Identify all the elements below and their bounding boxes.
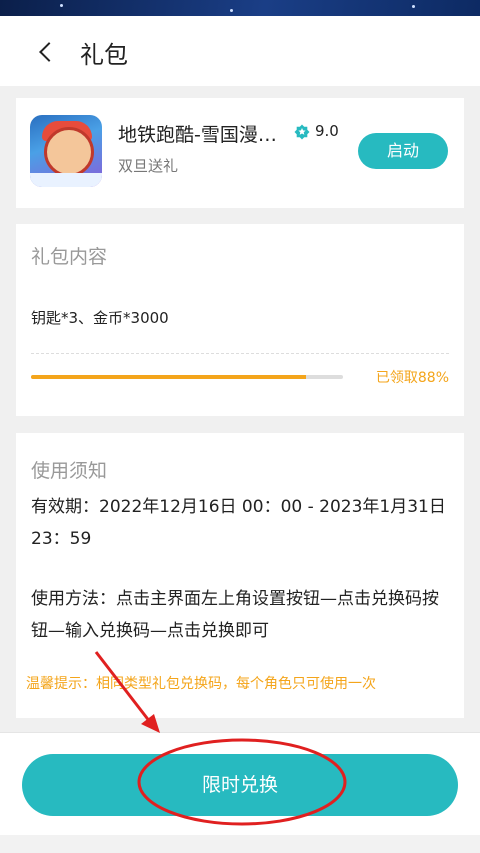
page-title: 礼包 [80, 41, 128, 69]
header: 礼包 [0, 16, 480, 86]
game-name: 地铁跑酷-雪国漫… [118, 124, 277, 146]
star-decoration [60, 4, 63, 7]
game-icon[interactable] [30, 115, 102, 187]
divider [31, 353, 449, 354]
game-subtitle: 双旦送礼 [118, 157, 179, 175]
redeem-button[interactable]: 限时兑换 [22, 754, 458, 816]
star-decoration [412, 5, 415, 8]
game-icon-snow [30, 173, 102, 187]
usage-card: 使用须知 有效期：2022年12月16日 00：00 - 2023年1月31日 … [16, 433, 464, 718]
bottom-strip [0, 835, 480, 853]
claim-progress-fill [31, 375, 306, 379]
game-card: 地铁跑酷-雪国漫… 9.0 双旦送礼 启动 [16, 98, 464, 208]
game-icon-face [44, 127, 94, 177]
gift-section-title: 礼包内容 [31, 246, 108, 268]
tip-text: 温馨提示：相同类型礼包兑换码，每个角色只可使用一次 [26, 676, 376, 692]
status-bar [0, 0, 480, 16]
claim-progress-bar [31, 375, 343, 379]
bottom-bar: 限时兑换 [0, 732, 480, 836]
gift-contents: 钥匙*3、金币*3000 [31, 309, 169, 327]
claim-progress-label: 已领取88% [375, 370, 449, 386]
usage-method-text: 使用方法：点击主界面左上角设置按钮—点击兑换码按钮—输入兑换码—点击兑换即可 [31, 589, 439, 641]
star-decoration [230, 9, 233, 12]
rating-badge-icon [294, 124, 310, 140]
rating-value: 9.0 [315, 122, 339, 140]
gift-content-card: 礼包内容 钥匙*3、金币*3000 已领取88% [16, 224, 464, 416]
usage-section-title: 使用须知 [31, 460, 108, 482]
launch-button[interactable]: 启动 [358, 133, 448, 169]
back-icon[interactable] [39, 42, 59, 62]
validity-text: 有效期：2022年12月16日 00：00 - 2023年1月31日 23：59 [31, 497, 446, 549]
